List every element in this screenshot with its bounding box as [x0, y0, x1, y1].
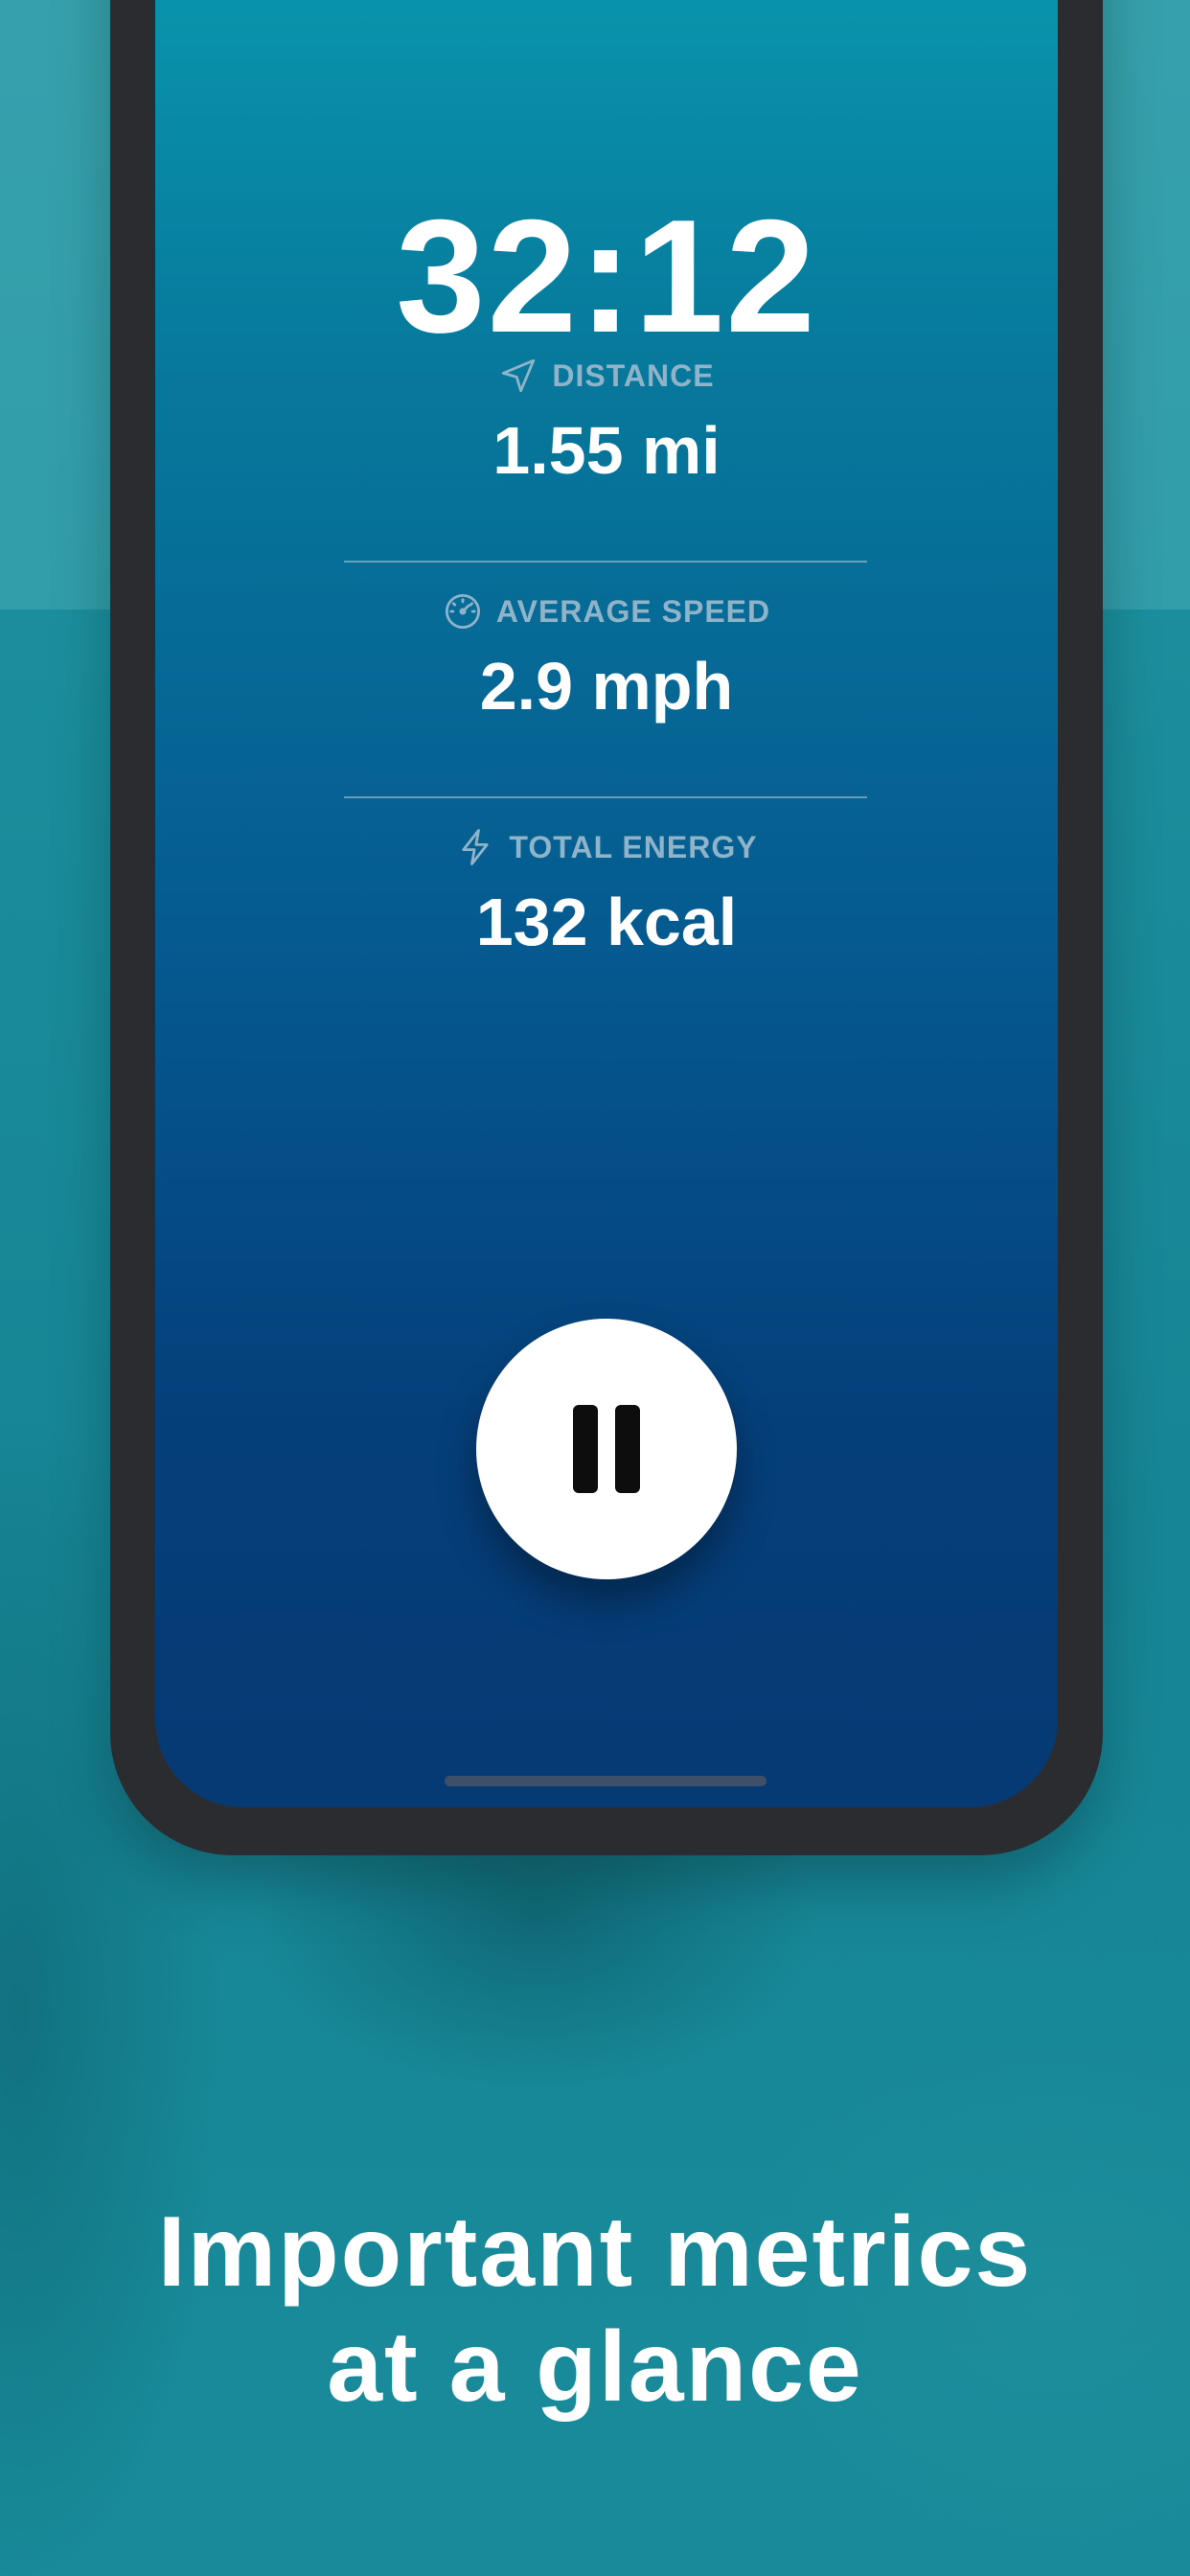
caption-line: at a glance — [327, 2312, 863, 2423]
metric-value: 132 kcal — [475, 885, 738, 959]
lightning-icon — [462, 829, 490, 865]
home-indicator[interactable] — [445, 1776, 767, 1786]
metric-total-energy: TOTAL ENERGY 132 kcal — [155, 826, 1058, 962]
workout-timer: 32:12 — [396, 186, 817, 366]
pause-button[interactable] — [476, 1319, 737, 1579]
phone-frame: 32:12 DISTANCE 1.55 mi AVERAGE SPEED 2.9… — [110, 0, 1103, 1855]
location-arrow-icon — [502, 358, 536, 393]
metric-value: 2.9 mph — [479, 649, 734, 724]
metric-label: AVERAGE SPEED — [495, 593, 771, 629]
speedometer-icon — [445, 593, 480, 630]
workout-screen: 32:12 DISTANCE 1.55 mi AVERAGE SPEED 2.9… — [155, 0, 1058, 1807]
metric-average-speed: AVERAGE SPEED 2.9 mph — [155, 590, 1058, 726]
divider — [344, 796, 867, 798]
metric-label: TOTAL ENERGY — [509, 829, 758, 864]
pause-icon — [615, 1405, 640, 1493]
pause-icon — [573, 1405, 598, 1493]
metric-distance: DISTANCE 1.55 mi — [155, 355, 1058, 491]
marketing-caption: Important metrics at a glance — [0, 2195, 1190, 2425]
caption-line: Important metrics — [157, 2196, 1033, 2308]
metric-label: DISTANCE — [552, 357, 715, 393]
divider — [344, 561, 867, 563]
metric-value: 1.55 mi — [492, 413, 721, 488]
